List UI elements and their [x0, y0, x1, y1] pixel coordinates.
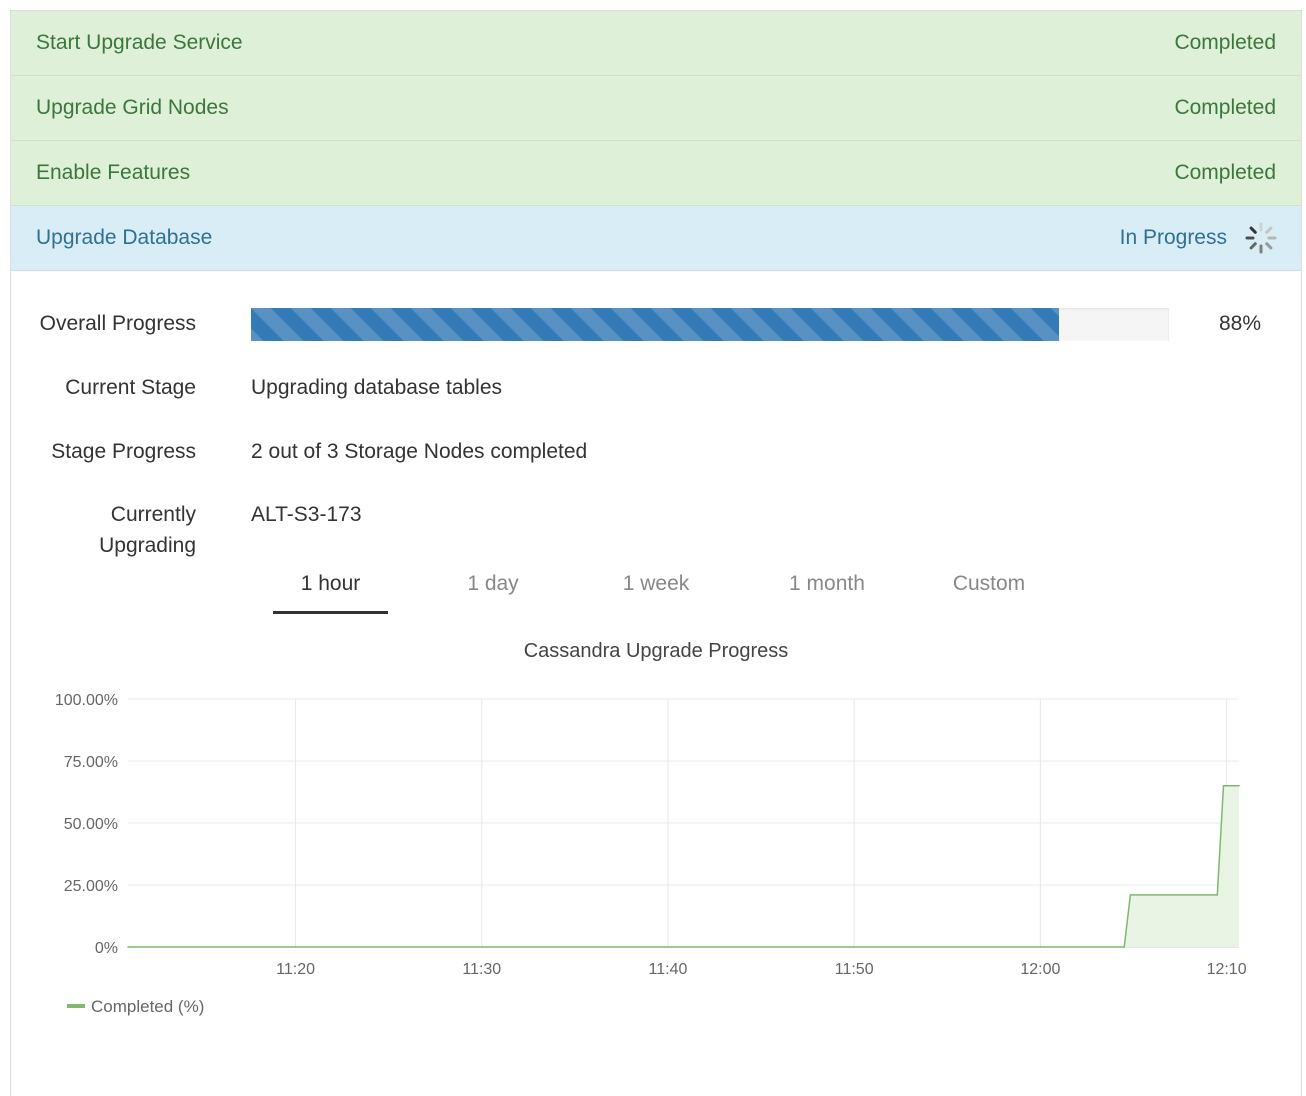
- overall-progress-percent: 88%: [1218, 312, 1261, 335]
- tab-1-day[interactable]: 1 day: [445, 567, 541, 611]
- data-point: [1238, 785, 1240, 787]
- x-tick-label: 11:20: [276, 961, 315, 978]
- y-tick-label: 100.00%: [55, 692, 118, 709]
- x-tick-label: 11:30: [462, 961, 501, 978]
- data-point: [1216, 894, 1219, 896]
- loading-spinner-icon: [1245, 222, 1277, 254]
- data-point: [127, 946, 129, 948]
- current-stage-label: Current Stage: [65, 376, 196, 399]
- overall-progress-bar: [251, 308, 1169, 341]
- step-status: In Progress: [1119, 226, 1227, 249]
- stage-progress-value: 2 out of 3 Storage Nodes completed: [251, 440, 588, 463]
- step-status: Completed: [1174, 96, 1276, 119]
- cassandra-upgrade-chart: 0% 25.00% 50.00% 75.00% 100.00% 11:20 11:30 11:…: [55, 692, 1247, 978]
- data-point: [1129, 894, 1132, 896]
- current-stage-value: Upgrading database tables: [251, 376, 503, 399]
- data-point: [1123, 946, 1125, 948]
- data-point: [1222, 785, 1225, 787]
- x-tick-label: 11:50: [835, 961, 874, 978]
- currently-upgrading-label-line2: Upgrading: [99, 534, 196, 557]
- series-line: [128, 785, 1239, 948]
- legend-swatch: [67, 1004, 85, 1009]
- step-name: Upgrade Database: [36, 226, 213, 249]
- upgrade-progress-panel: Start Upgrade Service Completed Upgrade …: [10, 10, 1302, 1096]
- step-row-enable-features: Enable Features Completed: [11, 141, 1301, 206]
- x-tick-label: 12:00: [1020, 961, 1060, 978]
- y-tick-label: 0%: [95, 940, 118, 957]
- step-row-start-upgrade-service: Start Upgrade Service Completed: [11, 11, 1301, 76]
- currently-upgrading-label-line1: Currently: [110, 503, 196, 526]
- series-area: [128, 785, 1239, 947]
- x-tick-label: 11:40: [649, 961, 688, 978]
- currently-upgrading-value: ALT-S3-173: [251, 503, 362, 526]
- y-tick-label: 50.00%: [64, 816, 118, 833]
- chart-title: Cassandra Upgrade Progress: [523, 640, 789, 662]
- chart-legend[interactable]: Completed (%): [67, 996, 204, 1018]
- step-status: Completed: [1174, 31, 1276, 54]
- step-row-upgrade-grid-nodes: Upgrade Grid Nodes Completed: [11, 76, 1301, 141]
- step-row-upgrade-database: Upgrade Database In Progress: [11, 206, 1301, 271]
- y-tick-label: 25.00%: [64, 878, 118, 895]
- tab-1-hour[interactable]: 1 hour: [273, 567, 388, 614]
- step-name: Upgrade Grid Nodes: [36, 96, 229, 119]
- tab-custom[interactable]: Custom: [933, 567, 1045, 611]
- overall-progress-label: Overall Progress: [39, 312, 196, 335]
- step-status: Completed: [1174, 161, 1276, 184]
- step-name: Enable Features: [36, 161, 191, 184]
- stage-progress-label: Stage Progress: [51, 440, 196, 463]
- y-tick-label: 75.00%: [64, 754, 118, 771]
- legend-label: Completed (%): [91, 997, 205, 1016]
- overall-progress-bar-fill: [251, 308, 1059, 341]
- tab-1-month[interactable]: 1 month: [763, 567, 891, 611]
- x-tick-label: 12:10: [1207, 961, 1247, 978]
- step-name: Start Upgrade Service: [36, 31, 243, 54]
- tab-1-week[interactable]: 1 week: [603, 567, 709, 611]
